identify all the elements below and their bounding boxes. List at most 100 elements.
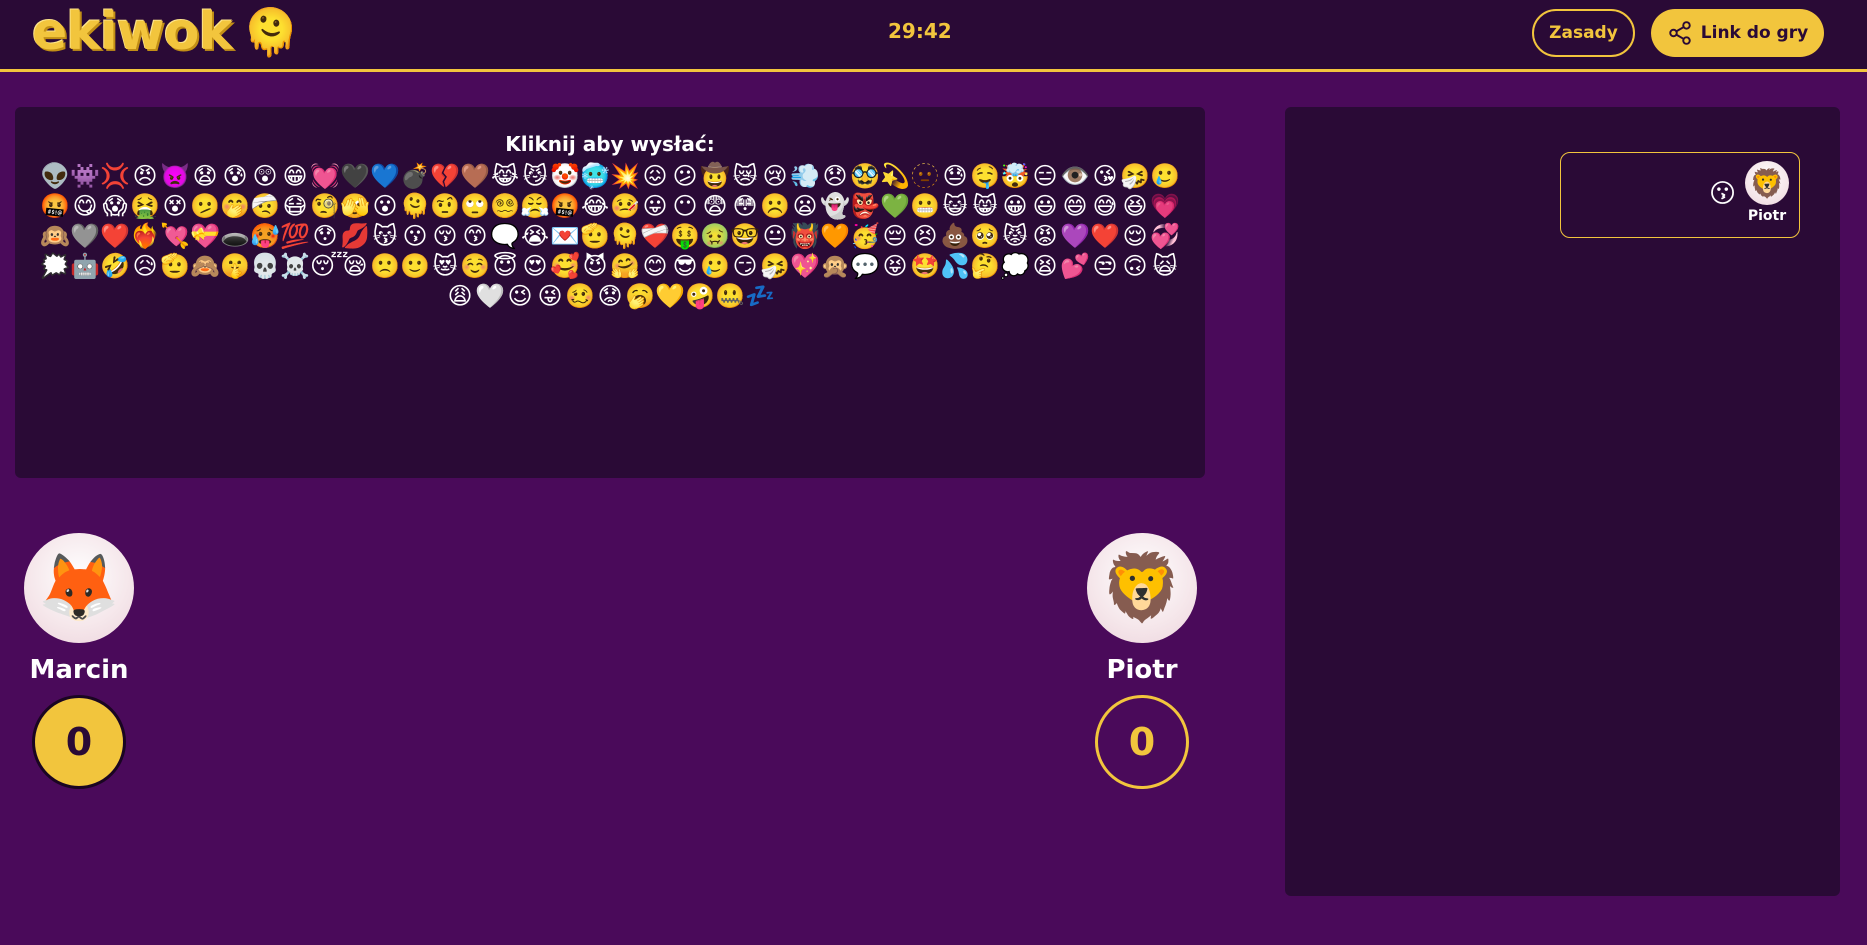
emoji-option[interactable]: ☠️	[280, 251, 310, 281]
emoji-option[interactable]: 😋	[70, 191, 100, 221]
emoji-option[interactable]: 🙂	[400, 251, 430, 281]
emoji-option[interactable]: 😜	[535, 281, 565, 311]
emoji-option[interactable]: 😴	[310, 251, 349, 281]
emoji-option[interactable]: 💔	[430, 161, 460, 191]
emoji-option[interactable]: 💀	[250, 251, 280, 281]
emoji-option[interactable]: 👿	[160, 161, 190, 191]
emoji-option[interactable]: 🗯️	[40, 251, 70, 281]
emoji-option[interactable]: 😷	[280, 191, 310, 221]
emoji-option[interactable]: 😥	[130, 251, 160, 281]
emoji-option[interactable]: 💥	[610, 161, 640, 191]
emoji-option[interactable]: 😓	[940, 161, 970, 191]
emoji-option[interactable]: 🤬	[40, 191, 70, 221]
emoji-option[interactable]: 👾	[70, 161, 100, 191]
emoji-option[interactable]: 🙈	[190, 251, 220, 281]
emoji-option[interactable]: 😡	[1030, 221, 1060, 251]
emoji-option[interactable]: 🖤	[340, 161, 370, 191]
emoji-option[interactable]: 💨	[790, 161, 820, 191]
emoji-option[interactable]: 👺	[850, 191, 880, 221]
emoji-option[interactable]: ❤️	[1090, 221, 1120, 251]
emoji-option[interactable]: 💘	[160, 221, 190, 251]
emoji-option[interactable]: 😍	[520, 251, 550, 281]
emoji-option[interactable]: 🤕	[250, 191, 280, 221]
emoji-option[interactable]: 🥵	[250, 221, 280, 251]
emoji-option[interactable]: 💚	[880, 191, 910, 221]
emoji-option[interactable]: 😉	[505, 281, 535, 311]
emoji-option[interactable]: 😿	[730, 161, 760, 191]
emoji-option[interactable]: 😬	[910, 191, 940, 221]
emoji-option[interactable]: 😭	[520, 221, 550, 251]
emoji-option[interactable]: 🙀	[1150, 251, 1180, 281]
emoji-option[interactable]: 🥲	[700, 251, 730, 281]
emoji-option[interactable]: 💦	[940, 251, 970, 281]
emoji-option[interactable]: 🫥	[910, 161, 940, 191]
emoji-option[interactable]: 😯	[310, 221, 340, 251]
emoji-option[interactable]: 😐	[760, 221, 790, 251]
emoji-option[interactable]: 💖	[790, 251, 820, 281]
emoji-option[interactable]: 👻	[820, 191, 850, 221]
emoji-option[interactable]: 😵‍💫	[490, 191, 520, 221]
emoji-option[interactable]: 🫡	[160, 251, 190, 281]
emoji-option[interactable]: 🙁	[370, 251, 400, 281]
emoji-option[interactable]: 🙊	[820, 251, 850, 281]
emoji-option[interactable]: 🫡	[580, 221, 610, 251]
emoji-option[interactable]: 😃	[1030, 191, 1060, 221]
emoji-option[interactable]: 😖	[640, 161, 670, 191]
emoji-option[interactable]: 😠	[130, 161, 160, 191]
emoji-option[interactable]: 😨	[700, 191, 730, 221]
emoji-option[interactable]: 😙	[460, 221, 490, 251]
emoji-option[interactable]: 💣	[400, 161, 430, 191]
emoji-option[interactable]: 😗	[400, 221, 430, 251]
emoji-option[interactable]: 🕳️	[220, 221, 250, 251]
emoji-option[interactable]: 😾	[1000, 221, 1030, 251]
emoji-option[interactable]: 😄	[1060, 191, 1090, 221]
emoji-option[interactable]: 😤	[520, 191, 550, 221]
emoji-option[interactable]: 💓	[310, 161, 340, 191]
emoji-option[interactable]: 🤣	[100, 251, 130, 281]
emoji-option[interactable]: 😮	[370, 191, 400, 221]
emoji-option[interactable]: 😎	[670, 251, 700, 281]
emoji-option[interactable]: 🙄	[460, 191, 490, 221]
emoji-option[interactable]: 💞	[1150, 221, 1180, 251]
emoji-option[interactable]: 🧐	[310, 191, 340, 221]
emoji-option[interactable]: 😱	[100, 191, 130, 221]
emoji-option[interactable]: 😝	[880, 251, 910, 281]
emoji-option[interactable]: 🤢	[700, 221, 730, 251]
emoji-option[interactable]: 😀	[1000, 191, 1030, 221]
emoji-option[interactable]: 😘	[1090, 161, 1120, 191]
emoji-option[interactable]: 💛	[655, 281, 685, 311]
emoji-option[interactable]: 🤓	[730, 221, 760, 251]
emoji-option[interactable]: 🤐	[715, 281, 745, 311]
emoji-option[interactable]: 🥱	[625, 281, 655, 311]
emoji-option[interactable]: 😫	[1030, 251, 1060, 281]
emoji-option[interactable]: 💢	[100, 161, 130, 191]
emoji-option[interactable]: 🥴	[565, 281, 595, 311]
game-link-button[interactable]: Link do gry	[1651, 9, 1824, 57]
emoji-option[interactable]: 🤗	[610, 251, 640, 281]
emoji-option[interactable]: 🤯	[1000, 161, 1030, 191]
emoji-option[interactable]: 🫣	[340, 191, 370, 221]
emoji-option[interactable]: 🗨️	[490, 221, 520, 251]
emoji-option[interactable]: 🤡	[550, 161, 580, 191]
emoji-option[interactable]: 😞	[820, 161, 850, 191]
emoji-option[interactable]: 😲	[250, 161, 280, 191]
emoji-option[interactable]: 😹	[490, 161, 520, 191]
emoji-option[interactable]: 💌	[550, 221, 580, 251]
emoji-option[interactable]: 🤧	[760, 251, 790, 281]
emoji-option[interactable]: 😚	[430, 221, 460, 251]
emoji-option[interactable]: 🩶	[70, 221, 100, 251]
emoji-option[interactable]: 😒	[1090, 251, 1120, 281]
emoji-option[interactable]: 🙉	[40, 221, 70, 251]
emoji-option[interactable]: 🤩	[910, 251, 940, 281]
emoji-option[interactable]: ❤️	[100, 221, 130, 251]
emoji-option[interactable]: ❤️‍🩹	[640, 221, 670, 251]
emoji-option[interactable]: 🤪	[685, 281, 715, 311]
emoji-option[interactable]: 🤎	[460, 161, 490, 191]
rules-button[interactable]: Zasady	[1532, 9, 1635, 57]
emoji-option[interactable]: 😇	[490, 251, 520, 281]
emoji-option[interactable]: 💬	[850, 251, 880, 281]
emoji-option[interactable]: 😵	[160, 191, 190, 221]
emoji-option[interactable]: 😼	[520, 161, 550, 191]
emoji-option[interactable]: 😔	[880, 221, 910, 251]
emoji-option[interactable]: 😸	[970, 191, 1000, 221]
